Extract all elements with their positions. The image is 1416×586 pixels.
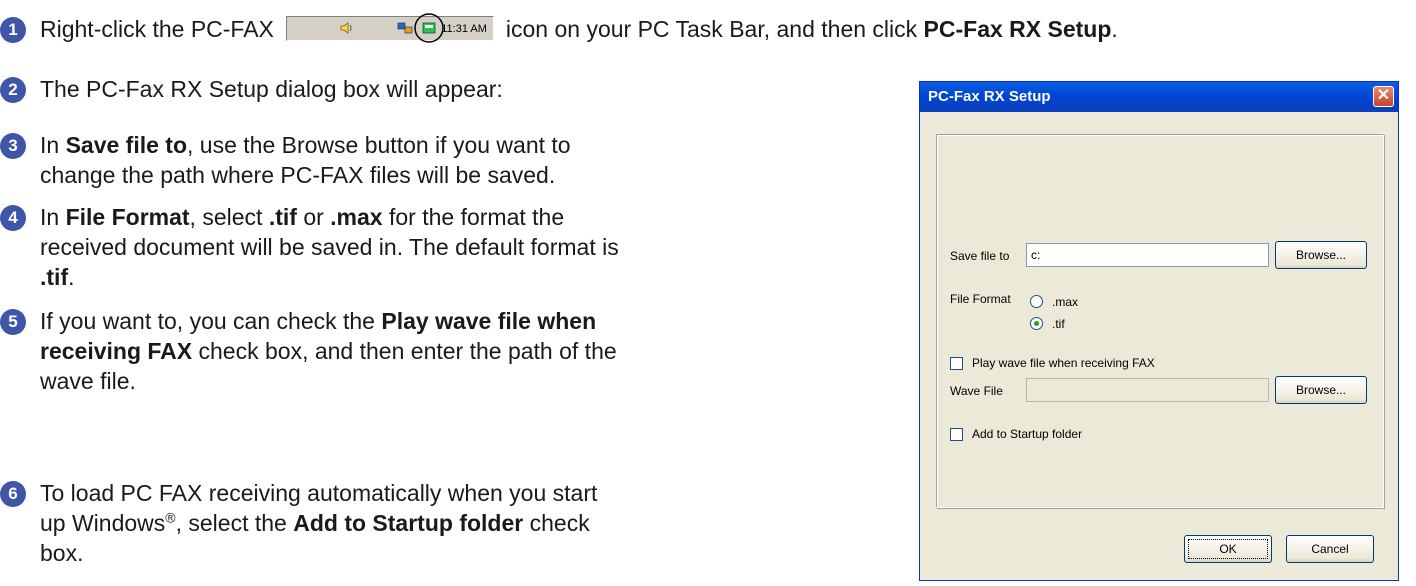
step-number-1: 1 (0, 17, 26, 43)
max-format-radio[interactable] (1030, 295, 1043, 308)
step-number-2: 2 (0, 77, 26, 103)
step-number-4: 4 (0, 205, 26, 231)
dialog-titlebar: PC-Fax RX Setup ✕ (920, 82, 1398, 112)
max-format-label: .max (1052, 295, 1079, 309)
step-1-text: Right-click the PC-FAX 11:31 AM icon on … (40, 13, 1118, 45)
step-4-text: In File Format, select .tif or .max for … (40, 204, 619, 290)
step-5: 5 If you want to, you can check the Play… (0, 306, 617, 396)
radio-selected-dot (1034, 321, 1039, 326)
wave-file-label: Wave File (950, 384, 1003, 398)
add-startup-label: Add to Startup folder (972, 427, 1083, 441)
tif-format-radio[interactable] (1030, 317, 1043, 330)
step-1: 1 Right-click the PC-FAX 11:31 AM icon o… (0, 13, 1118, 45)
play-wave-checkbox[interactable] (950, 357, 963, 370)
step-4: 4 In File Format, select .tif or .max fo… (0, 202, 619, 292)
speaker-icon (340, 22, 352, 35)
highlight-circle (414, 13, 444, 44)
settings-group (936, 134, 1384, 508)
step-2-text: The PC-Fax RX Setup dialog box will appe… (40, 76, 503, 102)
taskbar-image: 11:31 AM (285, 13, 494, 44)
step-5-text: If you want to, you can check the Play w… (40, 308, 617, 394)
wave-file-browse-button[interactable]: Browse... (1275, 376, 1367, 404)
play-wave-label: Play wave file when receiving FAX (972, 356, 1155, 370)
pc-fax-rx-setup-dialog: PC-Fax RX Setup ✕ Save file to c: Browse… (919, 81, 1399, 581)
step-2: 2 The PC-Fax RX Setup dialog box will ap… (0, 74, 503, 104)
taskbar-clock: 11:31 AM (441, 23, 487, 36)
save-file-browse-button[interactable]: Browse... (1275, 241, 1367, 269)
add-startup-checkbox[interactable] (950, 428, 963, 441)
network-icon (397, 23, 413, 34)
ok-button[interactable]: OK (1184, 535, 1272, 563)
cancel-button[interactable]: Cancel (1286, 535, 1374, 563)
file-format-label: File Format (950, 292, 1011, 306)
close-icon: ✕ (1376, 87, 1391, 104)
wave-file-path-field[interactable] (1026, 378, 1269, 402)
step-number-5: 5 (0, 309, 26, 335)
step-3: 3 In Save file to, use the Browse button… (0, 130, 571, 190)
step-number-3: 3 (0, 133, 26, 159)
dialog-title: PC-Fax RX Setup (928, 88, 1051, 105)
step-6-text: To load PC FAX receiving automatically w… (40, 480, 598, 566)
close-button[interactable]: ✕ (1373, 86, 1394, 107)
tif-format-label: .tif (1052, 317, 1065, 331)
step-3-text: In Save file to, use the Browse button i… (40, 132, 571, 188)
step-6: 6 To load PC FAX receiving automatically… (0, 478, 597, 568)
save-file-path-field[interactable]: c: (1026, 243, 1269, 267)
save-file-label: Save file to (950, 249, 1010, 263)
step-number-6: 6 (0, 481, 26, 507)
